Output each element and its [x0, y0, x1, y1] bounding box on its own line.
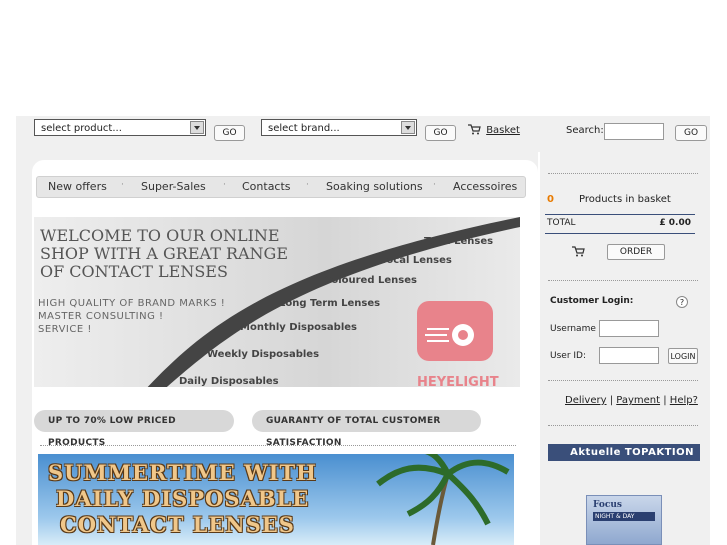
login-title: Customer Login: — [550, 296, 634, 306]
brand-select[interactable]: select brand... — [261, 119, 417, 136]
promo-satisfaction[interactable]: GUARANTY OF TOTAL CUSTOMER SATISFACTION — [252, 410, 481, 448]
summertime-headline: SUMMERTIME WITH DAILY DISPOSABLE CONTACT… — [48, 460, 317, 538]
username-field[interactable] — [599, 320, 659, 337]
chevron-down-icon[interactable] — [190, 121, 204, 134]
main-nav: New offers · Super-Sales · Contacts · So… — [36, 176, 526, 198]
cart-icon — [468, 124, 481, 135]
banner-headline-line: SHOP WITH A GREAT RANGE — [40, 244, 289, 263]
cart-icon — [572, 246, 585, 257]
banner-subline-line: SERVICE ! — [38, 324, 92, 335]
link-separator: | — [609, 395, 614, 406]
nav-contacts[interactable]: Contacts — [242, 180, 291, 193]
topaction-product-image[interactable]: Focus NIGHT & DAY — [586, 495, 662, 545]
help-link[interactable]: Help? — [670, 395, 698, 406]
info-links: Delivery | Payment | Help? — [565, 395, 698, 406]
banner-headline-line: WELCOME TO OUR ONLINE — [40, 226, 280, 245]
nav-soaking-solutions[interactable]: Soaking solutions — [326, 180, 423, 193]
username-label: Username — [550, 324, 596, 334]
chevron-down-icon[interactable] — [401, 121, 415, 134]
nav-new-offers[interactable]: New offers — [48, 180, 107, 193]
brand-go-button[interactable]: GO — [425, 125, 456, 141]
step-long-term: Long Term Lenses — [279, 298, 381, 309]
step-monthly: Monthly Disposables — [240, 322, 357, 333]
payment-link[interactable]: Payment — [616, 395, 660, 406]
nav-separator: · — [306, 180, 309, 190]
nav-separator: · — [121, 180, 124, 190]
divider — [548, 173, 698, 174]
nav-accessoires[interactable]: Accessoires — [453, 180, 517, 193]
basket-count-label: Products in basket — [579, 194, 671, 205]
product-select-value: select product... — [41, 123, 122, 134]
search-label: Search: — [566, 125, 604, 136]
total-label: TOTAL — [547, 218, 576, 228]
order-button[interactable]: ORDER — [607, 244, 665, 260]
brand-select-value: select brand... — [268, 123, 340, 134]
userid-field[interactable] — [599, 347, 659, 364]
total-value: £ 0.00 — [659, 218, 691, 228]
basket-total-row: TOTAL £ 0.00 — [545, 214, 695, 234]
step-daily: Daily Disposables — [179, 376, 279, 387]
login-button[interactable]: LOGIN — [668, 348, 698, 364]
divider — [40, 445, 516, 446]
banner-headline-line: OF CONTACT LENSES — [40, 262, 228, 281]
nav-separator: · — [223, 180, 226, 190]
welcome-banner[interactable]: WELCOME TO OUR ONLINE SHOP WITH A GREAT … — [34, 217, 520, 387]
step-bifocal: Bifocal Lenses — [371, 255, 452, 266]
logo-text: HEYELIGHT — [417, 375, 499, 387]
banner-subline-line: HIGH QUALITY OF BRAND MARKS ! — [38, 298, 226, 309]
summertime-line: DAILY DISPOSABLE — [56, 486, 310, 511]
delivery-link[interactable]: Delivery — [565, 395, 607, 406]
promo-low-priced[interactable]: UP TO 70% LOW PRICED PRODUCTS — [34, 410, 234, 448]
divider — [548, 425, 698, 426]
help-icon[interactable]: ? — [676, 296, 688, 308]
banner-subline: HIGH QUALITY OF BRAND MARKS ! MASTER CON… — [38, 297, 225, 336]
divider — [548, 280, 698, 281]
search-input[interactable] — [604, 123, 664, 140]
step-toric: Toric Lenses — [424, 236, 494, 247]
basket-count: 0 — [547, 194, 554, 205]
product-brand: Focus — [593, 500, 622, 510]
step-weekly: Weekly Disposables — [207, 349, 320, 360]
banner-headline: WELCOME TO OUR ONLINE SHOP WITH A GREAT … — [40, 227, 288, 281]
product-go-button[interactable]: GO — [214, 125, 245, 141]
nav-separator: · — [433, 180, 436, 190]
divider — [548, 380, 698, 381]
step-coloured: Coloured Lenses — [324, 275, 417, 286]
palm-tree-icon — [376, 454, 510, 545]
userid-label: User ID: — [550, 351, 586, 361]
summertime-banner[interactable]: SUMMERTIME WITH DAILY DISPOSABLE CONTACT… — [38, 454, 514, 545]
summertime-line: CONTACT LENSES — [60, 512, 295, 537]
summertime-line: SUMMERTIME WITH — [48, 460, 317, 485]
product-name: NIGHT & DAY — [593, 512, 655, 521]
search-go-button[interactable]: GO — [675, 125, 707, 141]
product-select[interactable]: select product... — [34, 119, 206, 136]
basket-label[interactable]: Basket — [486, 125, 520, 136]
banner-subline-line: MASTER CONSULTING ! — [38, 311, 164, 322]
nav-super-sales[interactable]: Super-Sales — [141, 180, 206, 193]
topaction-header: Aktuelle TOPAKTION — [548, 444, 700, 461]
heyelight-logo-icon — [417, 301, 493, 361]
basket-link[interactable]: Basket — [468, 124, 520, 136]
link-separator: | — [663, 395, 667, 406]
